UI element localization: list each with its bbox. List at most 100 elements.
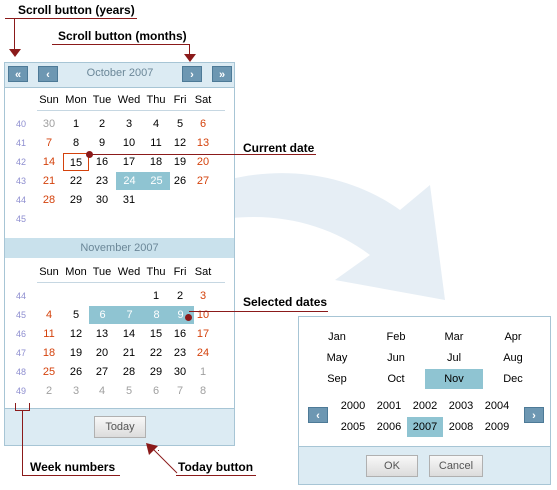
- day-cell[interactable]: 28: [116, 363, 142, 381]
- day-cell[interactable]: 26: [63, 363, 89, 381]
- month-option[interactable]: Nov: [425, 369, 483, 389]
- day-cell[interactable]: 31: [116, 191, 142, 209]
- day-cell[interactable]: 14: [116, 325, 142, 343]
- day-cell[interactable]: 1: [190, 363, 216, 381]
- day-cell[interactable]: 15: [143, 325, 169, 343]
- day-header: Sun: [39, 266, 59, 278]
- week-number: 46: [15, 329, 26, 339]
- year-option[interactable]: 2000: [335, 396, 371, 416]
- day-cell[interactable]: 8: [190, 382, 216, 400]
- day-cell[interactable]: 6: [143, 382, 169, 400]
- day-cell[interactable]: 6: [190, 115, 216, 133]
- cancel-button[interactable]: Cancel: [429, 455, 483, 477]
- day-cell[interactable]: 21: [116, 344, 142, 362]
- day-cell[interactable]: 24: [190, 344, 216, 362]
- month-option[interactable]: Mar: [425, 327, 483, 347]
- day-cell[interactable]: 11: [36, 325, 62, 343]
- day-cell[interactable]: 7: [116, 306, 143, 324]
- prev-month-button[interactable]: ‹: [38, 66, 58, 82]
- header-divider: [37, 282, 225, 283]
- day-cell[interactable]: 13: [89, 325, 115, 343]
- day-cell[interactable]: 10: [190, 306, 216, 324]
- day-cell[interactable]: 18: [36, 344, 62, 362]
- day-header: Sun: [39, 94, 59, 106]
- week-number: 45: [15, 310, 26, 320]
- day-cell[interactable]: 13: [190, 134, 216, 152]
- day-cell[interactable]: 2: [89, 115, 115, 133]
- day-cell[interactable]: 3: [190, 287, 216, 305]
- year-option[interactable]: 2002: [407, 396, 443, 416]
- day-cell[interactable]: 27: [190, 172, 216, 190]
- month-option[interactable]: Oct: [367, 369, 425, 389]
- day-cell[interactable]: 12: [63, 325, 89, 343]
- month-option[interactable]: Feb: [367, 327, 425, 347]
- year-option[interactable]: 2008: [443, 417, 479, 437]
- day-cell[interactable]: 29: [143, 363, 169, 381]
- day-cell[interactable]: 23: [89, 172, 115, 190]
- day-cell[interactable]: 15: [63, 153, 89, 171]
- month-option[interactable]: Jul: [425, 348, 483, 368]
- month-option[interactable]: Dec: [484, 369, 542, 389]
- day-cell[interactable]: 3: [63, 382, 89, 400]
- day-cell[interactable]: 17: [116, 153, 142, 171]
- calendar: « ‹ October 2007 › » Sun Mon Tue Wed Thu Fri S…: [4, 62, 235, 446]
- today-button[interactable]: Today: [94, 416, 146, 438]
- year-option[interactable]: 2007: [407, 417, 443, 437]
- day-cell[interactable]: 22: [143, 344, 169, 362]
- day-cell[interactable]: 19: [63, 344, 89, 362]
- month-option[interactable]: Aug: [484, 348, 542, 368]
- day-cell[interactable]: 10: [116, 134, 142, 152]
- month-option[interactable]: May: [308, 348, 366, 368]
- day-cell[interactable]: 2: [36, 382, 62, 400]
- day-cell[interactable]: 20: [89, 344, 115, 362]
- day-cell[interactable]: 16: [89, 153, 115, 171]
- header-divider: [37, 110, 225, 111]
- day-cell[interactable]: 30: [36, 115, 62, 133]
- day-cell[interactable]: 3: [116, 115, 142, 133]
- prev-year-button[interactable]: «: [8, 66, 28, 82]
- day-cell[interactable]: 7: [36, 134, 62, 152]
- day-cell[interactable]: 5: [116, 382, 142, 400]
- next-month-button[interactable]: ›: [182, 66, 202, 82]
- month-option[interactable]: Jun: [367, 348, 425, 368]
- year-option[interactable]: 2005: [335, 417, 371, 437]
- day-cell[interactable]: 8: [143, 306, 170, 324]
- prev-years-button[interactable]: ‹: [308, 407, 328, 423]
- day-cell[interactable]: 21: [36, 172, 62, 190]
- day-cell[interactable]: 29: [63, 191, 89, 209]
- day-cell[interactable]: 30: [89, 191, 115, 209]
- next-year-button[interactable]: »: [212, 66, 232, 82]
- day-cell[interactable]: 20: [190, 153, 216, 171]
- year-option[interactable]: 2003: [443, 396, 479, 416]
- month-option[interactable]: Sep: [308, 369, 366, 389]
- day-cell[interactable]: 25: [36, 363, 62, 381]
- day-cell[interactable]: 4: [143, 115, 169, 133]
- day-cell[interactable]: 18: [143, 153, 169, 171]
- year-option[interactable]: 2009: [479, 417, 515, 437]
- ok-button[interactable]: OK: [366, 455, 418, 477]
- day-cell[interactable]: 25: [143, 172, 170, 190]
- day-cell[interactable]: 8: [63, 134, 89, 152]
- day-cell[interactable]: 28: [36, 191, 62, 209]
- day-cell[interactable]: 1: [63, 115, 89, 133]
- day-cell[interactable]: 4: [36, 306, 62, 324]
- day-cell[interactable]: 17: [190, 325, 216, 343]
- day-cell[interactable]: 14: [36, 153, 62, 171]
- day-cell[interactable]: 24: [116, 172, 143, 190]
- month-option[interactable]: Jan: [308, 327, 366, 347]
- next-years-button[interactable]: ›: [524, 407, 544, 423]
- day-cell[interactable]: 4: [89, 382, 115, 400]
- day-cell[interactable]: 6: [89, 306, 116, 324]
- day-cell[interactable]: 1: [143, 287, 169, 305]
- month-option[interactable]: Apr: [484, 327, 542, 347]
- year-option[interactable]: 2004: [479, 396, 515, 416]
- year-option[interactable]: 2006: [371, 417, 407, 437]
- day-cell[interactable]: 27: [89, 363, 115, 381]
- year-option[interactable]: 2001: [371, 396, 407, 416]
- day-cell[interactable]: 5: [63, 306, 89, 324]
- day-cell[interactable]: 11: [143, 134, 169, 152]
- day-cell[interactable]: 9: [89, 134, 115, 152]
- day-cell[interactable]: 22: [63, 172, 89, 190]
- week-number: 48: [15, 367, 26, 377]
- day-header: Mon: [65, 266, 87, 278]
